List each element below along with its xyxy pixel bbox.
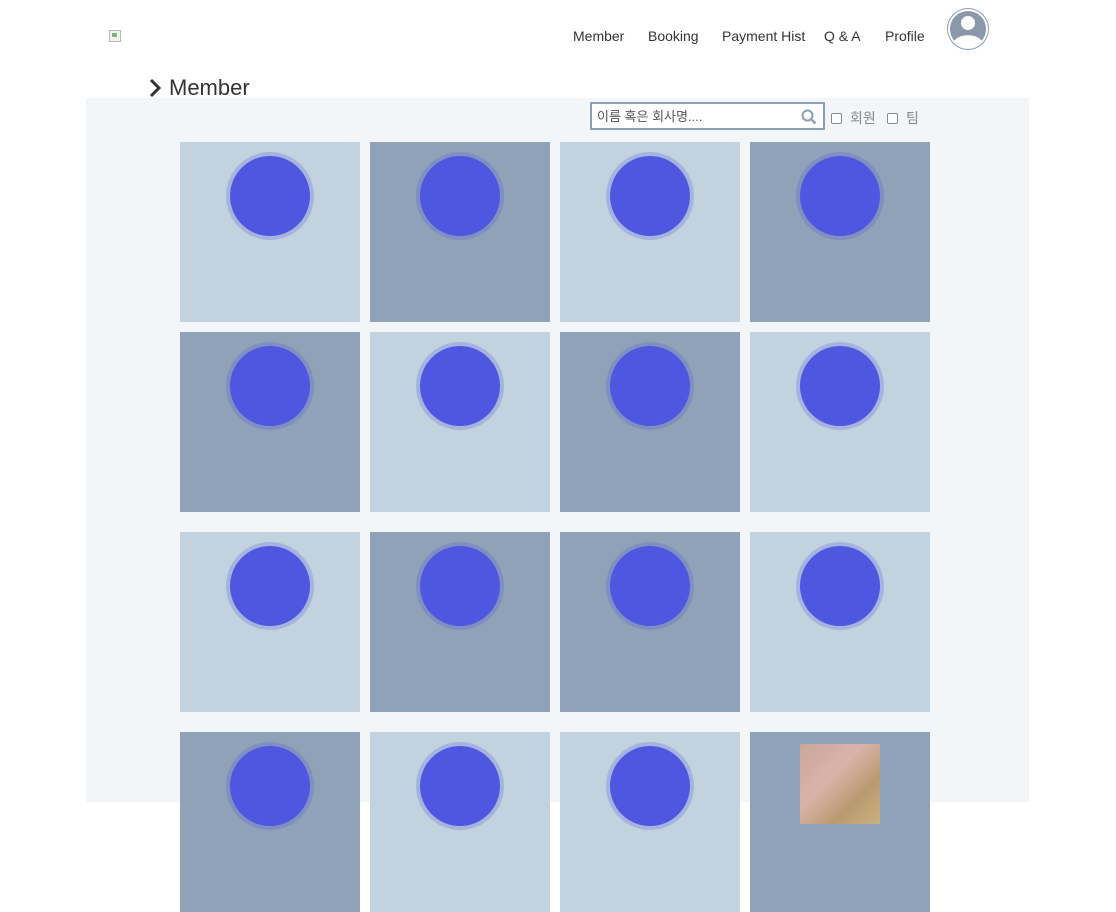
member-card[interactable] [370, 732, 550, 912]
member-avatar-icon [800, 546, 880, 626]
member-card[interactable] [370, 142, 550, 322]
filter-team-label: 팀 [906, 110, 919, 126]
search-input[interactable] [592, 104, 797, 128]
member-card[interactable] [750, 532, 930, 712]
search-icon[interactable] [801, 109, 817, 125]
member-avatar-icon [610, 156, 690, 236]
search-box [590, 102, 825, 130]
nav-qa[interactable]: Q & A [824, 28, 861, 44]
nav-member[interactable]: Member [573, 28, 624, 44]
member-card[interactable] [180, 732, 360, 912]
member-avatar-icon [230, 156, 310, 236]
filter-member: 회원 [831, 109, 876, 127]
filter-team: 팀 [887, 109, 919, 127]
member-avatar-icon [420, 746, 500, 826]
member-card[interactable] [750, 732, 930, 912]
member-avatar-icon [610, 546, 690, 626]
member-card[interactable] [180, 142, 360, 322]
nav-profile[interactable]: Profile [885, 28, 925, 44]
filter-member-label: 회원 [850, 110, 876, 126]
member-avatar-icon [800, 156, 880, 236]
member-card[interactable] [370, 532, 550, 712]
member-card[interactable] [180, 532, 360, 712]
member-card[interactable] [750, 332, 930, 512]
member-avatar-icon [230, 346, 310, 426]
member-card[interactable] [560, 732, 740, 912]
member-avatar-icon [230, 546, 310, 626]
member-avatar-icon [610, 346, 690, 426]
member-card[interactable] [560, 532, 740, 712]
member-avatar-icon [230, 746, 310, 826]
member-avatar-icon [610, 746, 690, 826]
filter-member-checkbox[interactable] [831, 112, 842, 124]
member-photo [800, 744, 880, 824]
member-avatar-icon [800, 346, 880, 426]
nav-payment-hist[interactable]: Payment Hist [722, 28, 805, 44]
filter-team-checkbox[interactable] [887, 112, 898, 124]
user-avatar-icon[interactable] [947, 8, 989, 50]
member-avatar-icon [420, 156, 500, 236]
member-card[interactable] [370, 332, 550, 512]
member-avatar-icon [420, 546, 500, 626]
member-card[interactable] [560, 142, 740, 322]
member-avatar-icon [420, 346, 500, 426]
member-card[interactable] [560, 332, 740, 512]
member-card[interactable] [180, 332, 360, 512]
member-card[interactable] [750, 142, 930, 322]
nav-booking[interactable]: Booking [648, 28, 699, 44]
chevron-right-icon [149, 78, 162, 98]
